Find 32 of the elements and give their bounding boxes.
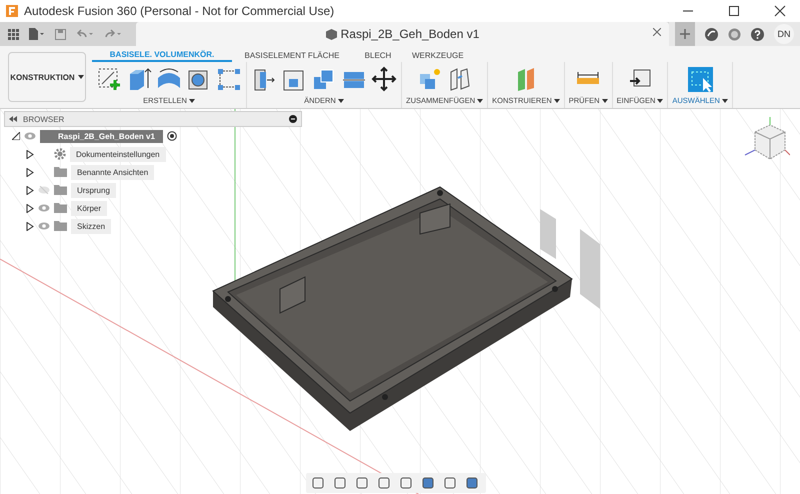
- tool-icon[interactable]: [96, 66, 122, 92]
- radio-icon[interactable]: [166, 131, 177, 141]
- minus-icon[interactable]: [289, 115, 297, 123]
- app-logo-icon: [6, 5, 18, 17]
- close-tab-icon[interactable]: [653, 28, 661, 36]
- clock-icon[interactable]: [728, 28, 741, 40]
- collapse-icon[interactable]: [9, 116, 17, 122]
- workspace-dropdown[interactable]: KONSTRUKTION: [8, 52, 86, 102]
- job-status-icon[interactable]: [705, 28, 718, 40]
- cube-icon: [326, 28, 337, 40]
- gear-icon: [54, 148, 66, 160]
- ribbon-tab[interactable]: BLECH: [352, 48, 404, 62]
- component-label[interactable]: Raspi_2B_Geh_Boden v1: [40, 130, 163, 142]
- browser-item[interactable]: Ursprung: [71, 182, 116, 198]
- ribbon-tab[interactable]: BASISELEMENT FLÄCHE: [232, 48, 352, 62]
- user-avatar[interactable]: DN: [774, 24, 794, 44]
- expanded-triangle-icon[interactable]: [12, 132, 20, 140]
- tool-icon[interactable]: [371, 66, 397, 92]
- browser-item[interactable]: Skizzen: [71, 218, 112, 234]
- plus-icon[interactable]: [680, 29, 690, 39]
- ribbon-tab[interactable]: WERKZEUGE: [404, 48, 472, 62]
- app-grid-icon[interactable]: [8, 28, 19, 40]
- document-tab[interactable]: Raspi_2B_Geh_Boden v1: [136, 22, 669, 46]
- browser-item[interactable]: Körper: [71, 200, 108, 216]
- browser-item[interactable]: Dokumenteinstellungen: [70, 146, 166, 162]
- browser-title: BROWSER: [23, 114, 64, 124]
- file-icon[interactable]: [29, 28, 45, 40]
- new-tab-button[interactable]: [675, 22, 695, 46]
- help-icon[interactable]: [751, 28, 764, 40]
- browser-item[interactable]: Benannte Ansichten: [71, 164, 154, 180]
- window-title: Autodesk Fusion 360 (Personal - Not for Commercial Use): [24, 4, 334, 18]
- tool-icon[interactable]: [216, 66, 242, 92]
